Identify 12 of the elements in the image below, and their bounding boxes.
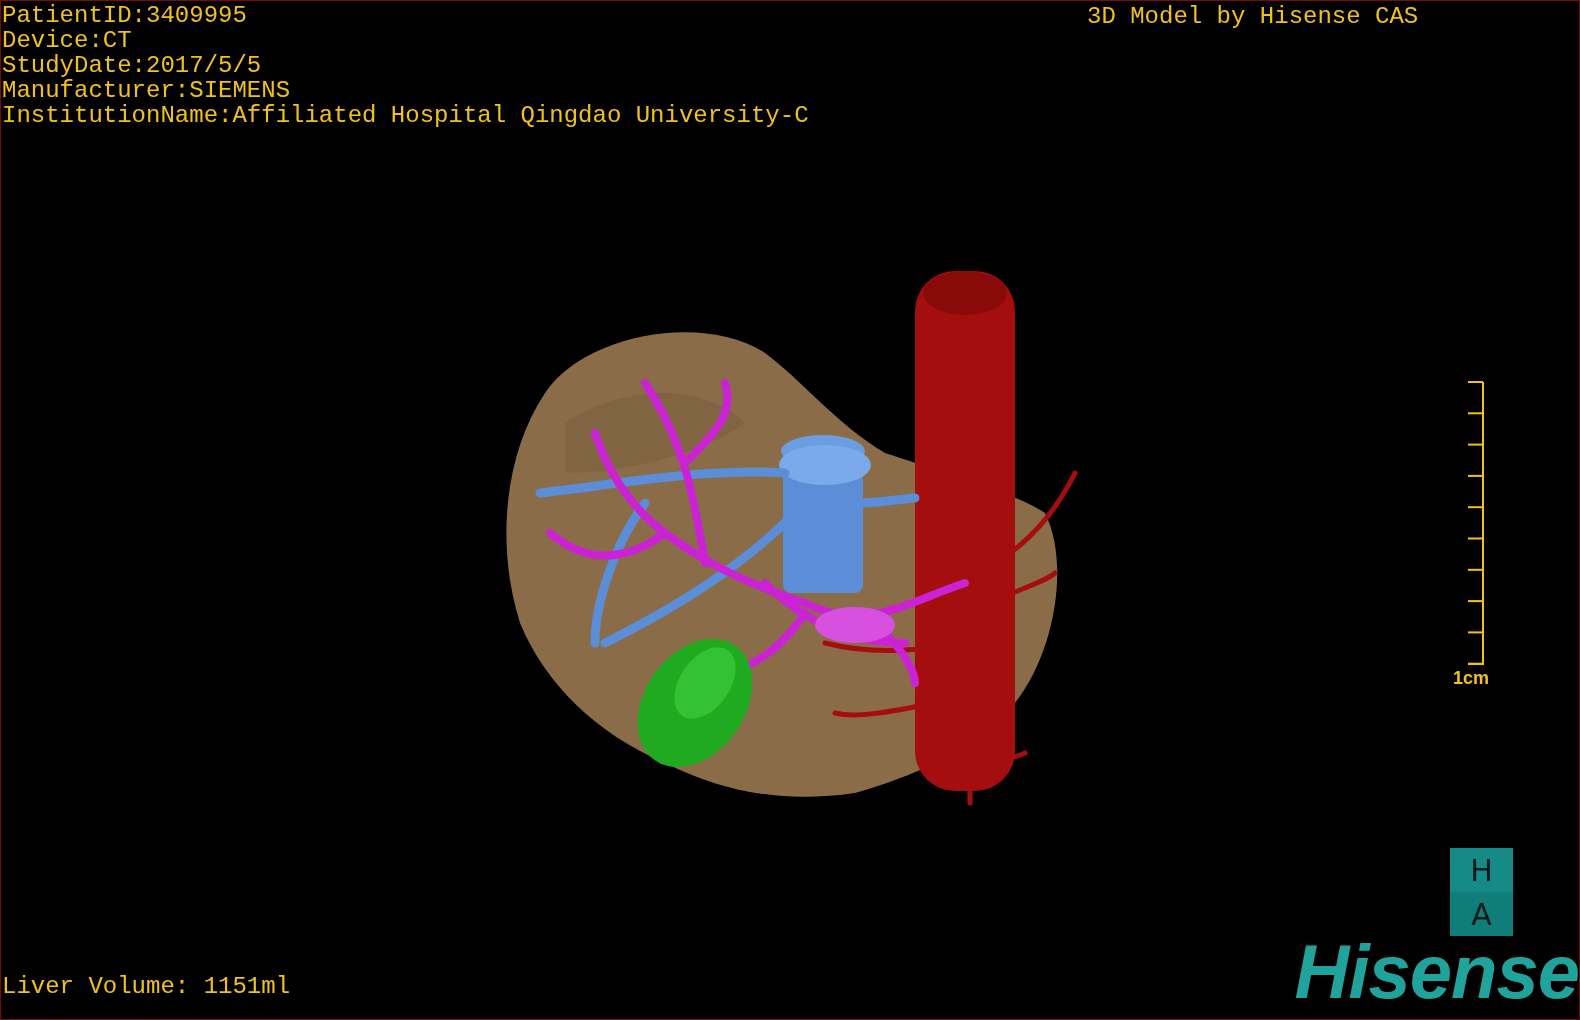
patient-info-line: InstitutionName:Affiliated Hospital Qingdao University-C <box>2 103 809 128</box>
patient-info-line: Device:CT <box>2 28 133 53</box>
liver-volume: Liver Volume: 1151ml <box>2 974 291 999</box>
scale-bar-icon <box>1465 381 1486 666</box>
orientation-cube-face[interactable]: A <box>1450 892 1513 936</box>
scale-label: 1cm <box>1453 668 1490 688</box>
viewer-title: 3D Model by Hisense CAS <box>1087 4 1419 29</box>
patient-info-line: StudyDate:2017/5/5 <box>2 53 263 78</box>
patient-info-line: PatientID:3409995 <box>2 3 248 28</box>
patient-info-line: Manufacturer:SIEMENS <box>2 78 292 103</box>
orientation-cube-face[interactable]: H <box>1450 848 1513 892</box>
brand-logo: Hisense <box>1294 939 1579 1005</box>
